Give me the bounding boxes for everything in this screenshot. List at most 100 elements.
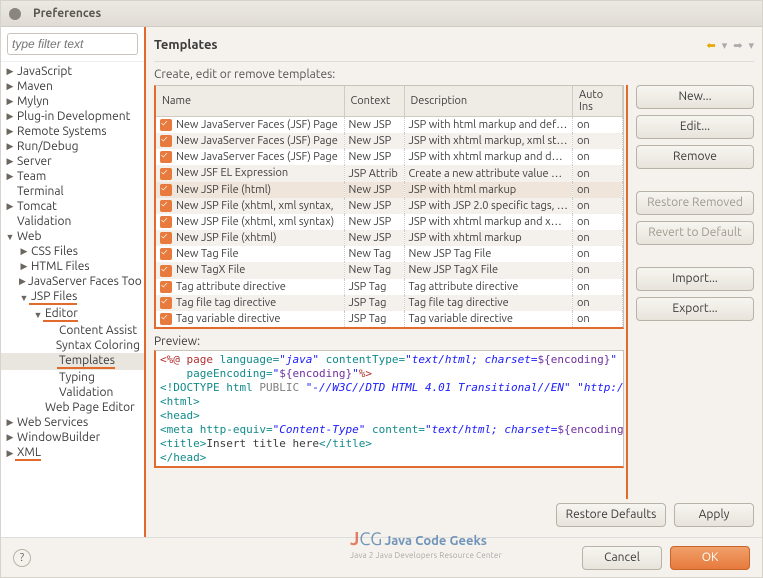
tree-item[interactable]: ▶Mylyn [1,94,144,109]
close-icon[interactable] [9,8,21,20]
expand-icon[interactable]: ▼ [5,232,15,242]
col-context[interactable]: Context [344,86,404,117]
tree-item[interactable]: ▼JSP Files [1,289,144,306]
forward-icon: ➡ [733,39,742,52]
tree-item[interactable]: ▶Server [1,154,144,169]
table-row[interactable]: New JSP File (xhtml)New JSPJSP with xhtm… [156,230,623,246]
checkbox-icon[interactable] [160,281,172,293]
tree-item[interactable]: ▶Plug-in Development [1,109,144,124]
expand-icon[interactable]: ▶ [5,156,15,167]
apply-button[interactable]: Apply [674,503,754,527]
checkbox-icon[interactable] [160,248,172,260]
table-row[interactable]: New JavaServer Faces (JSF) PageNew JSPJS… [156,117,623,134]
tree-item[interactable]: ▼Editor [1,306,144,323]
expand-icon[interactable]: ▶ [5,126,15,137]
tree-item[interactable]: ▶Remote Systems [1,124,144,139]
table-row[interactable]: Tag file tag directiveJSP TagTag file ta… [156,295,623,311]
checkbox-icon[interactable] [160,119,172,131]
tree-item[interactable]: Typing [1,370,144,385]
templates-table[interactable]: Name Context Description Auto Ins New Ja… [154,85,624,329]
tree-item[interactable]: ▶WindowBuilder [1,430,144,445]
tree-item[interactable]: ▶Team [1,169,144,184]
checkbox-icon[interactable] [160,151,172,163]
expand-icon[interactable]: ▶ [19,261,29,272]
tree-item-label: Web Services [15,416,88,429]
tree-item[interactable]: Terminal [1,184,144,199]
expand-icon[interactable]: ▶ [5,201,15,212]
tree-item-label: HTML Files [29,260,90,273]
checkbox-icon[interactable] [160,232,172,244]
import-button[interactable]: Import... [636,267,754,291]
expand-icon[interactable]: ▶ [5,96,15,107]
tree-item[interactable]: ▶CSS Files [1,244,144,259]
checkbox-icon[interactable] [160,313,172,325]
tree-item-label: Tomcat [15,200,57,213]
expand-icon[interactable]: ▶ [5,111,15,122]
checkbox-icon[interactable] [160,168,172,180]
new-button[interactable]: New... [636,85,754,109]
expand-icon[interactable]: ▶ [5,417,15,428]
table-row[interactable]: New JSP File (html)New JSPJSP with html … [156,182,623,198]
tree-item[interactable]: ▶JavaServer Faces Too [1,274,144,289]
help-icon[interactable]: ? [13,549,31,567]
tree-item-label: Syntax Coloring [54,339,140,352]
expand-icon[interactable]: ▶ [19,246,29,257]
col-autoins[interactable]: Auto Ins [573,86,623,117]
cancel-button[interactable]: Cancel [582,546,662,570]
table-row[interactable]: Tag variable directiveJSP TagTag variabl… [156,311,623,327]
tree-item[interactable]: Content Assist [1,323,144,338]
expand-icon[interactable]: ▶ [19,276,26,287]
tree-item[interactable]: Web Page Editor [1,400,144,415]
revert-default-button: Revert to Default [636,221,754,245]
checkbox-icon[interactable] [160,265,172,277]
tree-item[interactable]: ▶Web Services [1,415,144,430]
checkbox-icon[interactable] [160,216,172,228]
tree-item[interactable]: Syntax Coloring [1,338,144,353]
checkbox-icon[interactable] [160,135,172,147]
checkbox-icon[interactable] [160,200,172,212]
ok-button[interactable]: OK [670,546,750,570]
tree-item-label: WindowBuilder [15,431,100,444]
table-row[interactable]: New JSP File (xhtml, xml syntax,New JSPJ… [156,198,623,214]
expand-icon[interactable]: ▶ [5,81,15,92]
remove-button[interactable]: Remove [636,145,754,169]
tree-item[interactable]: ▼Web [1,229,144,244]
expand-icon[interactable]: ▼ [19,293,29,303]
table-row[interactable]: Tag attribute directiveJSP TagTag attrib… [156,279,623,295]
restore-defaults-button[interactable]: Restore Defaults [556,503,666,527]
table-row[interactable]: New JavaServer Faces (JSF) PageNew JSPJS… [156,133,623,149]
preference-tree[interactable]: ▶JavaScript▶Maven▶Mylyn▶Plug-in Developm… [1,62,144,537]
tree-item-label: Typing [57,371,95,384]
tree-item[interactable]: Templates [1,353,144,370]
tree-item[interactable]: ▶XML [1,445,144,462]
col-description[interactable]: Description [404,86,573,117]
tree-item[interactable]: Validation [1,385,144,400]
table-row[interactable]: New JavaServer Faces (JSF) PageNew JSPJS… [156,149,623,165]
tree-item[interactable]: ▶HTML Files [1,259,144,274]
tree-item[interactable]: ▶JavaScript [1,64,144,79]
expand-icon[interactable]: ▶ [5,432,15,443]
expand-icon[interactable]: ▶ [5,448,15,459]
tree-item[interactable]: ▶Maven [1,79,144,94]
col-name[interactable]: Name [156,86,344,117]
table-row[interactable]: New JSP File (xhtml, xml syntax)New JSPJ… [156,214,623,230]
table-row[interactable]: New TagX FileNew TagNew JSP TagX Fileon [156,262,623,278]
table-row[interactable]: New JSF EL ExpressionJSP AttribCreate a … [156,165,623,181]
expand-icon[interactable]: ▶ [5,141,15,152]
tree-item-label: XML [15,446,41,461]
expand-icon[interactable]: ▼ [33,310,43,320]
export-button[interactable]: Export... [636,297,754,321]
checkbox-icon[interactable] [160,297,172,309]
edit-button[interactable]: Edit... [636,115,754,139]
tree-item[interactable]: Validation [1,214,144,229]
checkbox-icon[interactable] [160,184,172,196]
tree-item[interactable]: ▶Tomcat [1,199,144,214]
expand-icon[interactable]: ▶ [5,171,15,182]
forward-dropdown-icon[interactable]: ▾ [748,39,754,52]
tree-item[interactable]: ▶Run/Debug [1,139,144,154]
back-dropdown-icon[interactable]: ▾ [722,39,728,52]
filter-input[interactable] [7,33,138,55]
table-row[interactable]: New Tag FileNew TagNew JSP Tag Fileon [156,246,623,262]
back-icon[interactable]: ⬅ [707,39,716,52]
expand-icon[interactable]: ▶ [5,66,15,77]
